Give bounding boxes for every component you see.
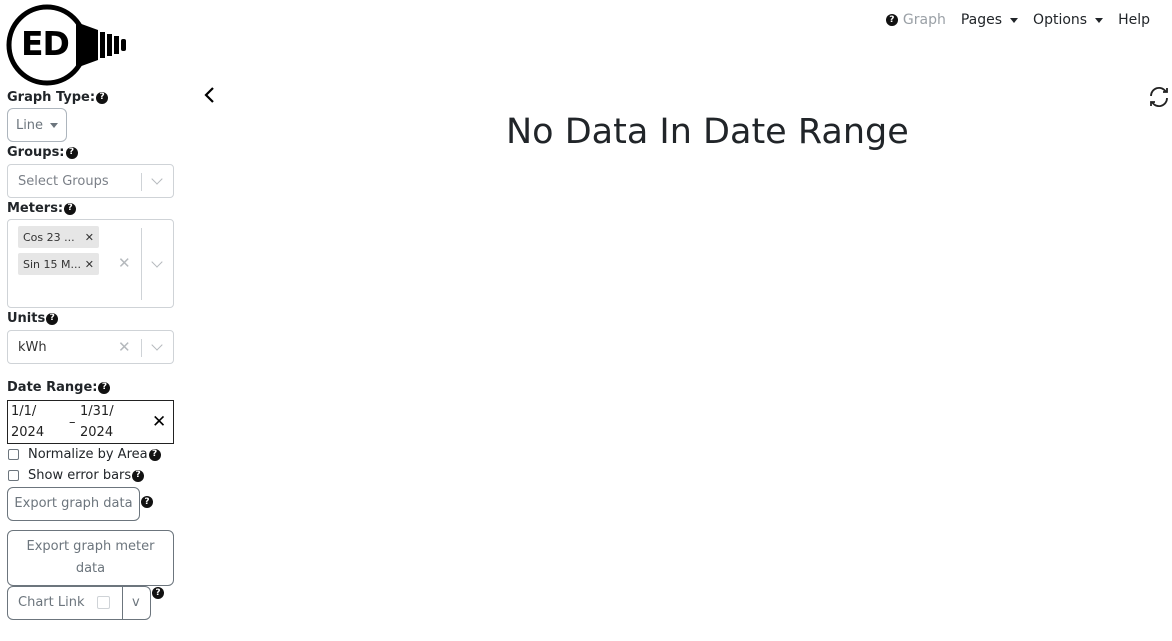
error-bars-checkbox[interactable] <box>8 470 19 481</box>
select-separator <box>141 173 142 191</box>
chart-link-control: Chart Link v <box>7 586 151 620</box>
nav-pages-dropdown[interactable]: Pages <box>960 12 1019 28</box>
date-range-label: Date Range: ? <box>7 380 111 395</box>
top-nav: ? Graph Pages Options Help <box>885 12 1150 28</box>
question-circle-icon[interactable]: ? <box>148 448 161 461</box>
graph-type-dropdown[interactable]: Line <box>7 108 67 142</box>
start-date-line2: 2024 <box>11 425 45 440</box>
question-circle-icon: ? <box>885 14 898 26</box>
caret-down-icon <box>1095 17 1104 23</box>
caret-down-icon <box>50 122 59 128</box>
refresh-icon[interactable] <box>1147 85 1171 109</box>
nav-pages-label: Pages <box>960 12 1003 28</box>
chevron-down-icon[interactable] <box>151 256 163 268</box>
error-bars-row: Show error bars ? <box>8 468 145 483</box>
no-data-message: No Data In Date Range <box>506 112 909 152</box>
units-label-text: Units <box>7 311 46 326</box>
graph-type-label: Graph Type: ? <box>7 90 109 105</box>
meters-label: Meters: ? <box>7 201 77 216</box>
clear-icon[interactable]: ✕ <box>118 340 131 355</box>
groups-select[interactable]: Select Groups <box>7 164 174 198</box>
chevron-down-icon[interactable] <box>151 339 163 351</box>
start-date-input[interactable]: 1/1/ 2024 <box>11 401 44 443</box>
units-select[interactable]: kWh ✕ <box>7 330 174 364</box>
chart-link-divider <box>122 586 123 620</box>
meter-chip: Sin 15 M... ✕ <box>18 253 99 275</box>
caret-down-icon <box>1010 17 1019 23</box>
normalize-checkbox[interactable] <box>8 449 19 460</box>
meters-select[interactable]: Cos 23 ... ✕ Sin 15 M... ✕ ✕ <box>7 219 174 308</box>
select-separator <box>141 339 142 357</box>
meter-chip: Cos 23 ... ✕ <box>18 226 99 248</box>
nav-options-label: Options <box>1033 12 1088 28</box>
app-logo[interactable]: ED <box>6 4 130 86</box>
date-separator: – <box>69 415 76 430</box>
graph-type-label-text: Graph Type: <box>7 90 96 105</box>
export-graph-meter-data-label: Export graph meter data <box>26 539 155 576</box>
nav-help-label: Help <box>1118 12 1150 28</box>
chart-link-toggle[interactable]: v <box>132 595 140 610</box>
normalize-label: Normalize by Area <box>28 447 148 462</box>
nav-graph-label: Graph <box>902 12 946 28</box>
start-date-line1: 1/1/ <box>11 404 37 419</box>
nav-options-dropdown[interactable]: Options <box>1033 12 1104 28</box>
end-date-line1: 1/31/ <box>80 404 114 419</box>
chevron-left-icon[interactable] <box>202 86 216 104</box>
units-value: kWh <box>18 340 47 355</box>
clear-icon[interactable]: ✕ <box>118 256 131 271</box>
chart-link-label: Chart Link <box>18 595 85 610</box>
export-graph-data-label: Export graph data <box>14 496 133 511</box>
remove-chip-icon[interactable]: ✕ <box>85 258 94 271</box>
chart-link-checkbox[interactable] <box>97 596 110 609</box>
meter-chip-label: Sin 15 M... <box>23 257 81 271</box>
question-circle-icon[interactable]: ? <box>96 91 109 104</box>
question-circle-icon[interactable]: ? <box>64 202 77 215</box>
remove-chip-icon[interactable]: ✕ <box>85 231 94 244</box>
groups-placeholder: Select Groups <box>18 174 109 189</box>
logo-text: ED <box>21 24 70 63</box>
question-circle-icon[interactable]: ? <box>132 469 145 482</box>
nav-help-link[interactable]: Help <box>1118 12 1150 28</box>
question-circle-icon[interactable]: ? <box>98 381 111 394</box>
question-circle-icon[interactable]: ? <box>152 587 164 599</box>
question-circle-icon[interactable]: ? <box>65 146 78 159</box>
groups-label: Groups: ? <box>7 145 78 160</box>
question-circle-icon[interactable]: ? <box>141 496 153 508</box>
nav-graph[interactable]: ? Graph <box>885 12 946 28</box>
chevron-down-icon[interactable] <box>151 173 163 185</box>
groups-label-text: Groups: <box>7 145 65 160</box>
end-date-line2: 2024 <box>80 425 114 440</box>
end-date-input[interactable]: 1/31/ 2024 <box>80 401 114 443</box>
normalize-row: Normalize by Area ? <box>8 447 161 462</box>
error-bars-label: Show error bars <box>28 468 132 483</box>
units-label: Units ? <box>7 311 59 326</box>
select-separator <box>141 228 142 300</box>
meter-chip-label: Cos 23 ... <box>23 230 75 244</box>
date-range-picker[interactable]: 1/1/ 2024 – 1/31/ 2024 ✕ <box>7 400 174 444</box>
export-graph-data-button[interactable]: Export graph data <box>7 487 140 521</box>
meters-label-text: Meters: <box>7 201 64 216</box>
clear-date-icon[interactable]: ✕ <box>152 412 166 432</box>
graph-type-value: Line <box>15 117 44 133</box>
question-circle-icon[interactable]: ? <box>46 312 59 325</box>
export-graph-meter-data-button[interactable]: Export graph meter data <box>7 530 174 586</box>
date-range-label-text: Date Range: <box>7 380 98 395</box>
